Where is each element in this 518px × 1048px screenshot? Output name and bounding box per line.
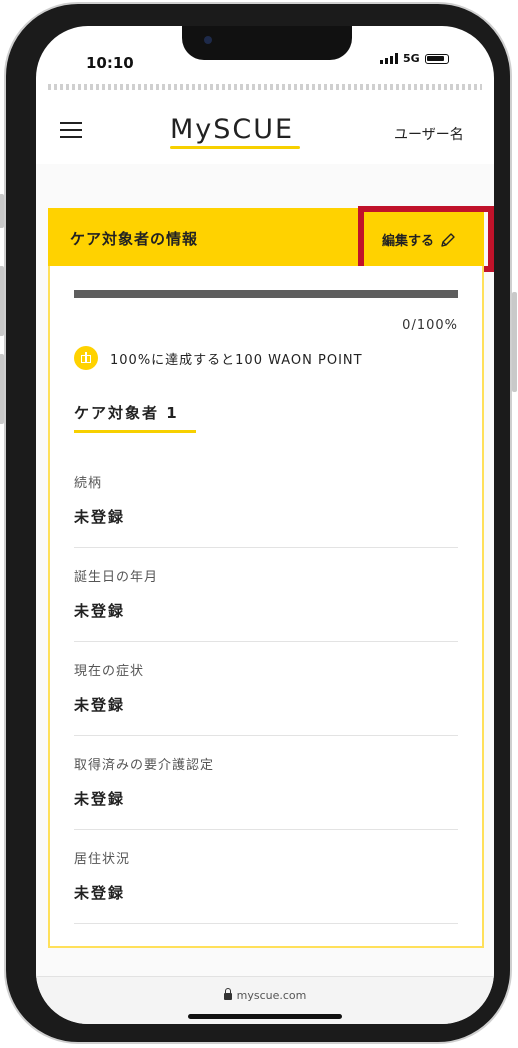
side-button	[0, 194, 4, 228]
lock-icon	[223, 988, 232, 1000]
phone-frame: 10:10 5G MySCUE ユーザー名 ケア対象者の情報 編集する 0/10…	[0, 2, 517, 1044]
status-time: 10:10	[86, 54, 134, 72]
progress-text: 0/100%	[402, 318, 458, 333]
notch	[182, 26, 352, 60]
logo-underline	[170, 146, 300, 149]
battery-icon	[424, 53, 449, 64]
field-birth-month: 誕生日の年月 未登録	[74, 548, 458, 642]
network-label: 5G	[403, 52, 420, 65]
app-header: MySCUE ユーザー名	[36, 90, 494, 165]
camera-icon	[204, 36, 212, 44]
field-value: 未登録	[74, 696, 126, 714]
person-title-underline	[74, 430, 196, 433]
card-header: ケア対象者の情報 編集する	[48, 206, 494, 272]
field-value: 未登録	[74, 790, 126, 808]
field-label: 取得済みの要介護認定	[74, 758, 215, 773]
field-value: 未登録	[74, 508, 126, 526]
edit-highlight: 編集する	[358, 206, 494, 272]
reward-row: 100%に達成すると100 WAON POINT	[74, 346, 363, 370]
menu-icon[interactable]	[60, 122, 82, 138]
field-value: 未登録	[74, 602, 126, 620]
field-symptoms: 現在の症状 未登録	[74, 642, 458, 736]
home-indicator[interactable]	[188, 1014, 342, 1019]
progress-bar	[74, 290, 458, 298]
field-label: 居住状況	[74, 852, 131, 867]
status-indicators: 5G	[380, 52, 449, 65]
field-label: 続柄	[74, 476, 103, 491]
edit-button[interactable]: 編集する	[382, 230, 456, 249]
field-living-status: 居住状況 未登録	[74, 830, 458, 924]
user-name[interactable]: ユーザー名	[394, 124, 464, 144]
power-button	[512, 292, 517, 392]
url-display: myscue.com	[36, 988, 494, 1002]
field-label: 誕生日の年月	[74, 570, 159, 585]
pencil-icon	[440, 232, 456, 248]
field-value: 未登録	[74, 884, 126, 902]
volume-down-button	[0, 354, 4, 424]
edit-label: 編集する	[382, 234, 435, 249]
signal-icon	[380, 53, 398, 64]
url-text: myscue.com	[236, 989, 307, 1002]
gift-icon	[74, 346, 98, 370]
app-logo[interactable]: MySCUE	[170, 114, 294, 145]
field-label: 現在の症状	[74, 664, 145, 679]
screen: 10:10 5G MySCUE ユーザー名 ケア対象者の情報 編集する 0/10…	[36, 26, 494, 1024]
card-title: ケア対象者の情報	[70, 230, 199, 248]
field-relationship: 続柄 未登録	[74, 454, 458, 548]
volume-up-button	[0, 266, 4, 336]
reward-text: 100%に達成すると100 WAON POINT	[110, 352, 363, 368]
card-body: 0/100% 100%に達成すると100 WAON POINT ケア対象者 1 …	[48, 266, 484, 948]
main-content: ケア対象者の情報 編集する 0/100% 100%に達成すると100 WAON …	[36, 164, 494, 976]
person-title: ケア対象者 1	[74, 404, 179, 422]
field-care-certification: 取得済みの要介護認定 未登録	[74, 736, 458, 830]
